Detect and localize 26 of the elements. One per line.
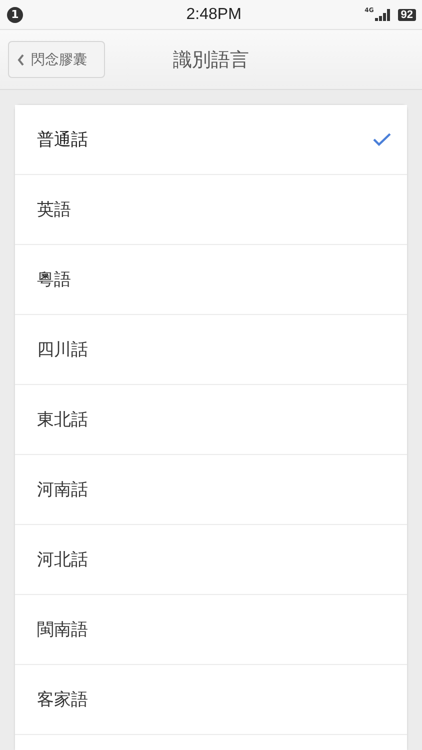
language-label: 普通話 xyxy=(37,129,88,151)
language-label: 河北話 xyxy=(37,549,88,571)
language-option[interactable]: 粵語 xyxy=(15,245,407,315)
chevron-left-icon xyxy=(17,54,25,66)
language-label: 四川話 xyxy=(37,339,88,361)
language-option[interactable]: 河北話 xyxy=(15,525,407,595)
clock: 2:48PM xyxy=(186,6,242,24)
language-option[interactable]: 東北話 xyxy=(15,385,407,455)
language-option[interactable]: 四川話 xyxy=(15,315,407,385)
language-label: 粵語 xyxy=(37,269,71,291)
language-label: 東北話 xyxy=(37,409,88,431)
signal-icon xyxy=(374,8,393,20)
language-option[interactable]: 英語 xyxy=(15,175,407,245)
notification-badge: 1 xyxy=(7,6,23,22)
language-option[interactable]: 客家語 xyxy=(15,665,407,735)
checkmark-icon xyxy=(373,133,391,146)
language-option[interactable]: 閩南語 xyxy=(15,595,407,665)
language-option[interactable]: 普通話 xyxy=(15,105,407,175)
language-label: 英語 xyxy=(37,199,71,221)
back-button[interactable]: 閃念膠囊 xyxy=(8,41,105,78)
language-label: 閩南語 xyxy=(37,619,88,641)
language-label: 客家語 xyxy=(37,689,88,711)
language-option[interactable]: 河南話 xyxy=(15,455,407,525)
language-label: 河南話 xyxy=(37,479,88,501)
battery-level: 92 xyxy=(398,8,416,20)
page-title: 識別語言 xyxy=(173,48,249,72)
